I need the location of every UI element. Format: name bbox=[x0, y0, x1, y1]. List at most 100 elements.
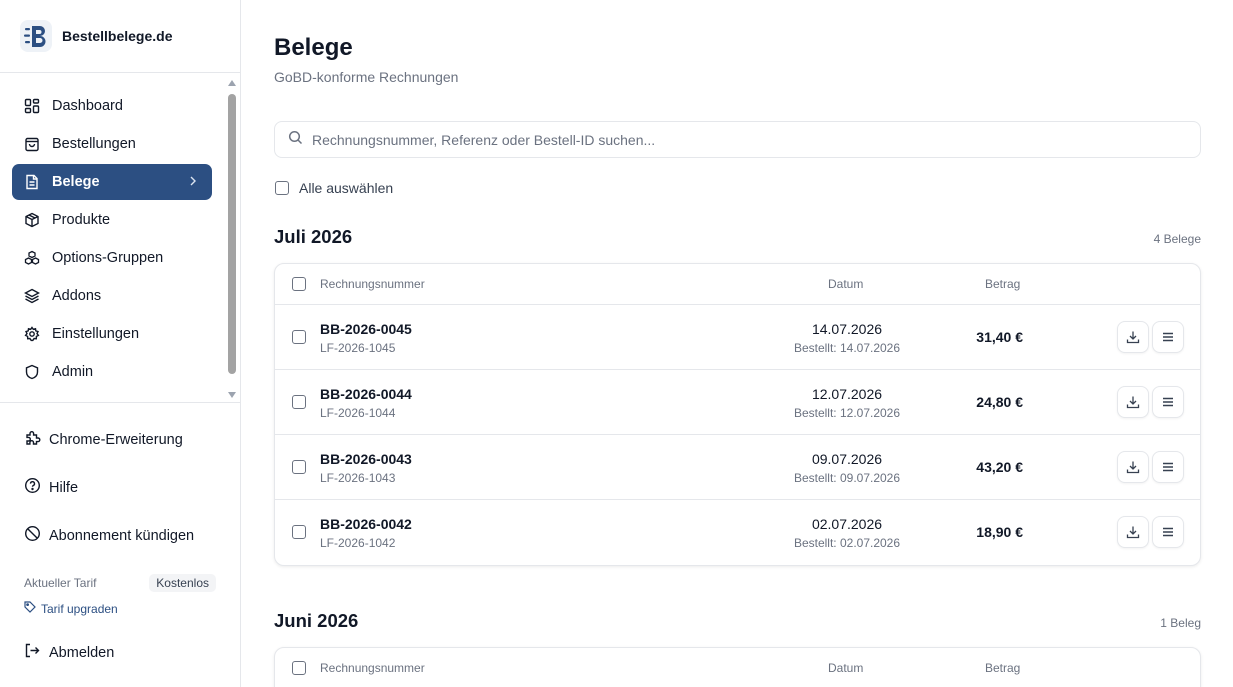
menu-icon bbox=[1163, 527, 1173, 537]
table-row[interactable]: BB-2026-0042 LF-2026-1042 02.07.2026 Bes… bbox=[275, 500, 1200, 565]
invoice-amount: 24,80 € bbox=[976, 394, 1023, 410]
table-row[interactable]: BB-2026-0043 LF-2026-1043 09.07.2026 Bes… bbox=[275, 435, 1200, 500]
menu-icon bbox=[1163, 397, 1173, 407]
brand-name: Bestellbelege.de bbox=[62, 28, 173, 44]
help-link[interactable]: Hilfe bbox=[24, 477, 78, 498]
gear-icon bbox=[24, 326, 40, 342]
logout-icon bbox=[24, 642, 41, 663]
select-all-rows-checkbox[interactable] bbox=[292, 277, 306, 291]
chrome-extension-label: Chrome-Erweiterung bbox=[49, 431, 183, 448]
logout-label: Abmelden bbox=[49, 644, 115, 661]
invoice-table: Rechnungsnummer Datum Betrag bbox=[274, 647, 1201, 687]
package-icon bbox=[24, 212, 40, 228]
plan-info: Aktueller Tarif Kostenlos Tarif upgraden bbox=[24, 574, 216, 616]
sidebar-nav: Dashboard Bestellungen Belege Produkte O… bbox=[12, 88, 212, 392]
row-checkbox[interactable] bbox=[292, 460, 306, 474]
month-count: 4 Belege bbox=[1153, 232, 1201, 246]
table-header: Rechnungsnummer Datum Betrag bbox=[275, 264, 1200, 305]
sidebar-item-label: Admin bbox=[52, 364, 94, 380]
invoice-date: 12.07.2026 bbox=[811, 386, 883, 402]
invoice-amount: 18,90 € bbox=[976, 524, 1023, 540]
row-menu-button[interactable] bbox=[1152, 451, 1184, 483]
scrollbar-thumb[interactable] bbox=[228, 94, 236, 374]
row-checkbox[interactable] bbox=[292, 525, 306, 539]
sidebar-divider bbox=[0, 402, 240, 403]
table-row[interactable]: BB-2026-0044 LF-2026-1044 12.07.2026 Bes… bbox=[275, 370, 1200, 435]
ban-icon bbox=[24, 525, 41, 546]
table-header: Rechnungsnummer Datum Betrag bbox=[275, 648, 1200, 687]
scroll-up-arrow-icon[interactable] bbox=[228, 80, 236, 86]
invoice-date: 09.07.2026 bbox=[811, 451, 883, 467]
document-icon bbox=[24, 174, 40, 190]
select-all-checkbox[interactable] bbox=[275, 181, 289, 195]
chevron-right-icon bbox=[188, 175, 198, 191]
sidebar-item-options-gruppen[interactable]: Options-Gruppen bbox=[12, 240, 212, 276]
invoice-number: BB-2026-0043 bbox=[320, 451, 412, 467]
options-group-icon bbox=[24, 250, 40, 266]
sidebar-item-label: Produkte bbox=[52, 212, 111, 228]
brand[interactable]: Bestellbelege.de bbox=[20, 20, 173, 52]
download-button[interactable] bbox=[1117, 386, 1149, 418]
brand-logo-icon bbox=[20, 20, 52, 52]
chrome-extension-link[interactable]: Chrome-Erweiterung bbox=[24, 429, 183, 450]
row-menu-button[interactable] bbox=[1152, 321, 1184, 353]
tag-icon bbox=[24, 601, 36, 616]
sidebar-item-label: Einstellungen bbox=[52, 326, 140, 342]
table-row[interactable]: BB-2026-0045 LF-2026-1045 14.07.2026 Bes… bbox=[275, 305, 1200, 370]
select-all[interactable]: Alle auswählen bbox=[275, 180, 393, 196]
sidebar-item-label: Bestellungen bbox=[52, 136, 136, 152]
help-circle-icon bbox=[24, 477, 41, 498]
help-label: Hilfe bbox=[49, 479, 79, 496]
page-title: Belege bbox=[274, 34, 353, 61]
download-button[interactable] bbox=[1117, 451, 1149, 483]
sidebar-divider bbox=[0, 72, 240, 73]
column-header-number: Rechnungsnummer bbox=[320, 661, 425, 675]
search-input[interactable] bbox=[312, 131, 1172, 148]
sidebar-item-einstellungen[interactable]: Einstellungen bbox=[12, 316, 212, 352]
invoice-number: BB-2026-0042 bbox=[320, 516, 412, 532]
row-checkbox[interactable] bbox=[292, 395, 306, 409]
dashboard-icon bbox=[24, 98, 40, 114]
sidebar-item-admin[interactable]: Admin bbox=[12, 354, 212, 390]
plan-label: Aktueller Tarif bbox=[24, 576, 97, 590]
invoice-amount: 31,40 € bbox=[976, 329, 1023, 345]
search-bar[interactable] bbox=[274, 121, 1201, 158]
sidebar-item-produkte[interactable]: Produkte bbox=[12, 202, 212, 238]
sidebar-item-addons[interactable]: Addons bbox=[12, 278, 212, 314]
invoice-date: 02.07.2026 bbox=[811, 516, 883, 532]
column-header-date: Datum bbox=[828, 277, 864, 291]
order-date: Bestellt: 14.07.2026 bbox=[793, 341, 901, 355]
sidebar: Bestellbelege.de Dashboard Bestellungen … bbox=[0, 0, 241, 687]
invoice-amount: 43,20 € bbox=[976, 459, 1023, 475]
sidebar-item-label: Options-Gruppen bbox=[52, 250, 164, 266]
invoice-reference: LF-2026-1045 bbox=[320, 341, 396, 355]
cancel-subscription-link[interactable]: Abonnement kündigen bbox=[24, 525, 194, 546]
select-all-rows-checkbox[interactable] bbox=[292, 661, 306, 675]
month-count: 1 Beleg bbox=[1160, 616, 1201, 630]
row-menu-button[interactable] bbox=[1152, 386, 1184, 418]
download-button[interactable] bbox=[1117, 516, 1149, 548]
search-icon bbox=[288, 130, 303, 150]
layers-icon bbox=[24, 288, 40, 304]
row-checkbox[interactable] bbox=[292, 330, 306, 344]
menu-icon bbox=[1163, 462, 1173, 472]
sidebar-item-belege[interactable]: Belege bbox=[12, 164, 212, 200]
sidebar-scrollbar[interactable] bbox=[227, 80, 237, 398]
download-button[interactable] bbox=[1117, 321, 1149, 353]
month-heading: Juli 2026 bbox=[274, 226, 353, 247]
sidebar-item-label: Belege bbox=[52, 174, 100, 190]
invoice-reference: LF-2026-1043 bbox=[320, 471, 396, 485]
download-icon bbox=[1126, 331, 1140, 344]
shield-icon bbox=[24, 364, 40, 380]
upgrade-plan-link[interactable]: Tarif upgraden bbox=[24, 601, 216, 616]
invoice-date: 14.07.2026 bbox=[811, 321, 883, 337]
invoice-reference: LF-2026-1042 bbox=[320, 536, 396, 550]
row-menu-button[interactable] bbox=[1152, 516, 1184, 548]
sidebar-item-bestellungen[interactable]: Bestellungen bbox=[12, 126, 212, 162]
order-date: Bestellt: 02.07.2026 bbox=[793, 536, 901, 550]
logout-link[interactable]: Abmelden bbox=[24, 642, 114, 663]
page-subtitle: GoBD-konforme Rechnungen bbox=[274, 69, 459, 85]
sidebar-item-dashboard[interactable]: Dashboard bbox=[12, 88, 212, 124]
scroll-down-arrow-icon[interactable] bbox=[228, 392, 236, 398]
column-header-amount: Betrag bbox=[985, 277, 1021, 291]
